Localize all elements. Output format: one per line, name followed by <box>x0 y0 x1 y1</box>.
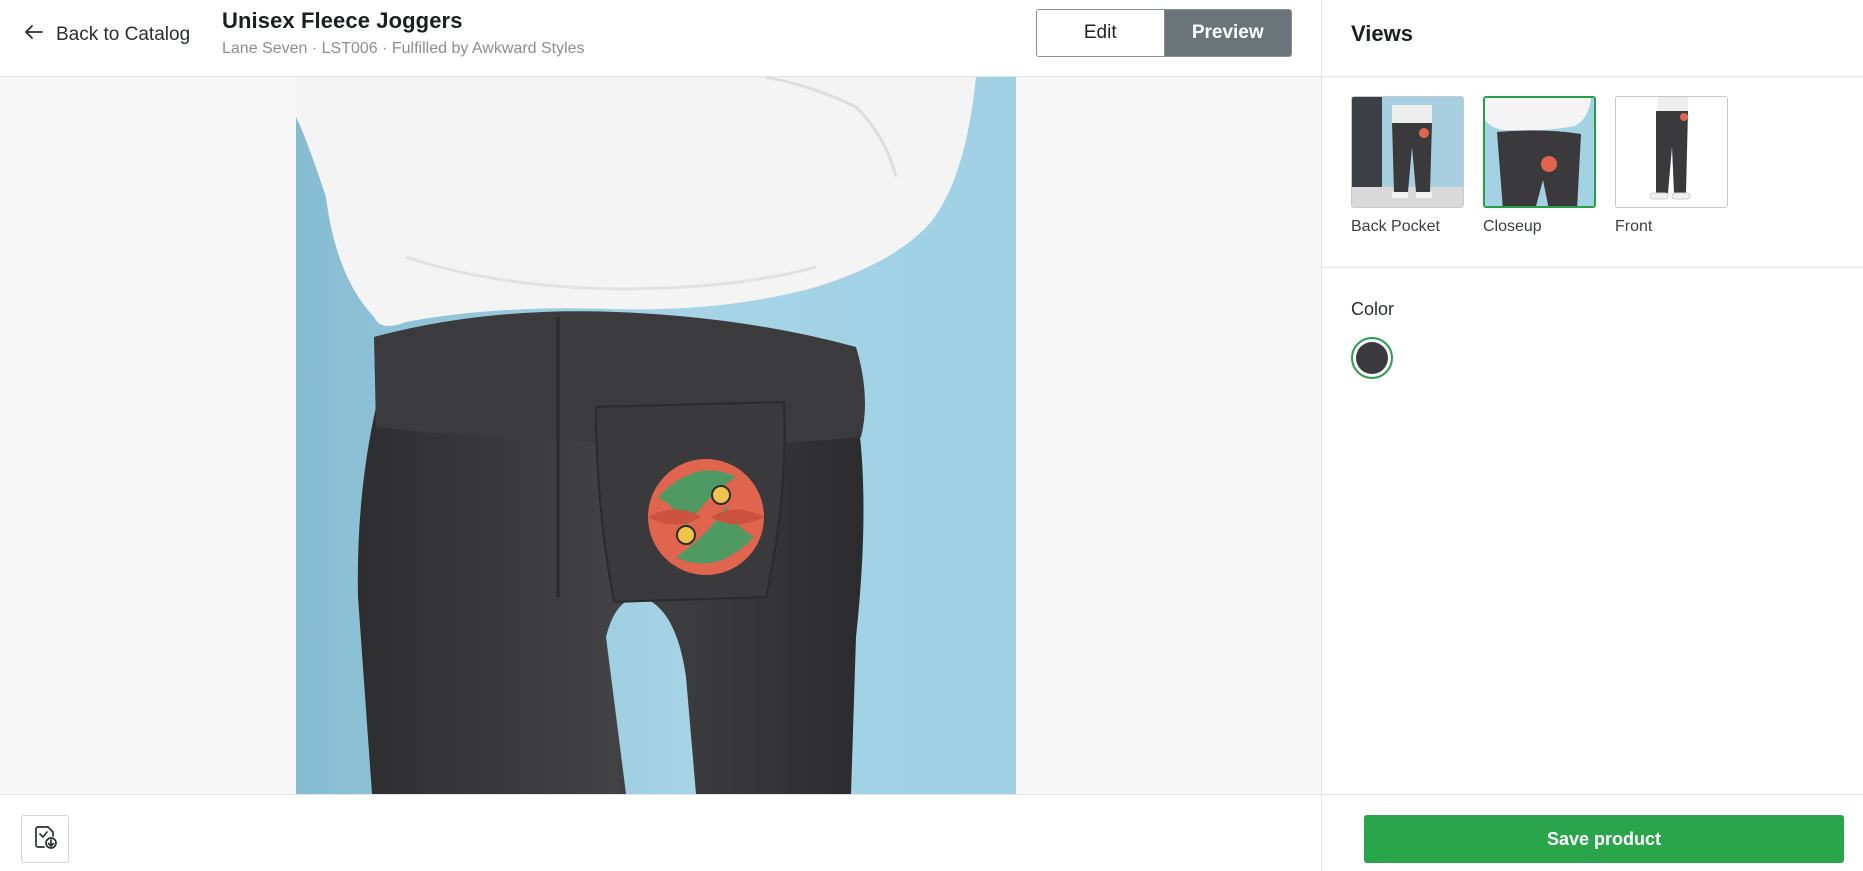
sidebar: Views Back Pocket Closeup Front Color Sa… <box>1321 0 1863 871</box>
bottom-bar <box>0 794 1321 871</box>
view-thumbnail <box>1351 96 1464 208</box>
product-subtitle: Lane Seven · LST006 · Fulfilled by Awkwa… <box>222 40 585 57</box>
view-back-pocket[interactable]: Back Pocket <box>1351 96 1464 267</box>
product-heading: Unisex Fleece Joggers Lane Seven · LST00… <box>222 8 585 58</box>
color-title: Color <box>1351 299 1395 319</box>
views-title: Views <box>1322 0 1863 77</box>
view-label: Front <box>1615 218 1653 235</box>
mode-toggle: Edit Preview <box>1036 9 1292 57</box>
view-thumbnail <box>1483 96 1596 208</box>
save-bar: Save product <box>1322 794 1863 871</box>
color-swatch-fill <box>1356 342 1388 374</box>
color-section: Color <box>1322 268 1863 379</box>
back-label: Back to Catalog <box>56 24 191 45</box>
view-front[interactable]: Front <box>1615 96 1728 267</box>
views-list: Back Pocket Closeup Front <box>1322 77 1863 268</box>
product-preview-image <box>296 77 1016 794</box>
arrow-left-icon <box>22 20 46 50</box>
file-download-icon <box>31 823 59 856</box>
top-bar: Back to Catalog Unisex Fleece Joggers La… <box>0 0 1321 77</box>
view-closeup[interactable]: Closeup <box>1483 96 1596 267</box>
pocket-design <box>648 459 764 575</box>
edit-button[interactable]: Edit <box>1037 10 1165 56</box>
save-product-button[interactable]: Save product <box>1364 815 1844 863</box>
editor-area: Back to Catalog Unisex Fleece Joggers La… <box>0 0 1321 871</box>
view-label: Back Pocket <box>1351 218 1440 235</box>
back-to-catalog-link[interactable]: Back to Catalog <box>22 20 190 50</box>
color-swatch-dark-heather[interactable] <box>1351 337 1393 379</box>
download-mockup-button[interactable] <box>21 815 69 863</box>
view-label: Closeup <box>1483 218 1542 235</box>
page-title: Unisex Fleece Joggers <box>222 8 463 33</box>
preview-button[interactable]: Preview <box>1164 10 1291 56</box>
view-thumbnail <box>1615 96 1728 208</box>
